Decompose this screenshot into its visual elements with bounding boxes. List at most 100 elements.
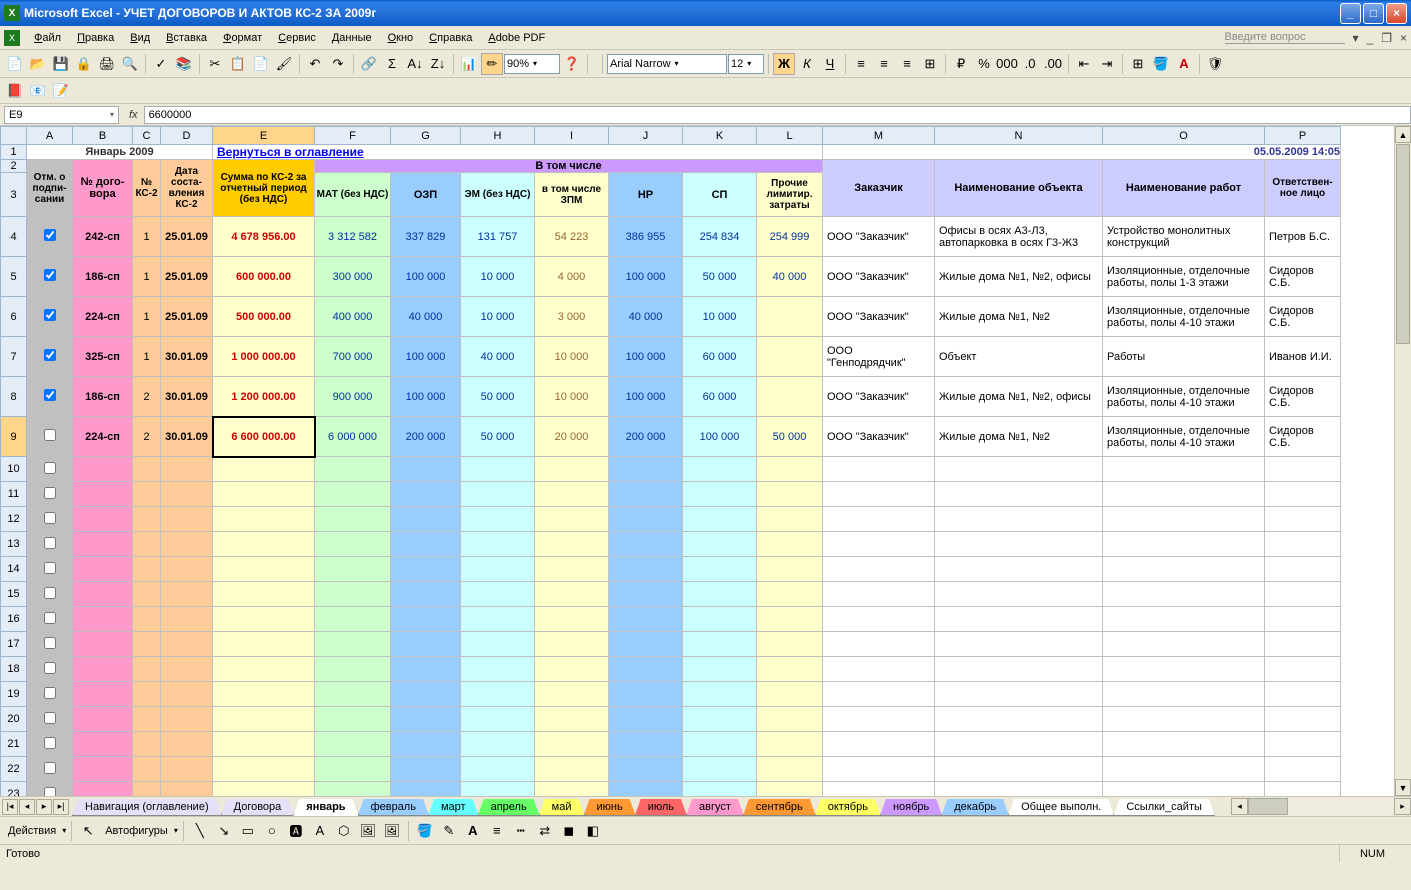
cell-zpm[interactable]: 4 000 xyxy=(535,257,609,297)
spelling-icon[interactable]: ✓ xyxy=(150,53,172,75)
sign-checkbox[interactable] xyxy=(27,582,73,607)
print-icon[interactable]: 🖨 xyxy=(96,53,118,75)
cell-object[interactable]: Жилые дома №1, №2 xyxy=(935,297,1103,337)
cell-date[interactable]: 30.01.09 xyxy=(161,337,213,377)
oval-icon[interactable]: ○ xyxy=(261,820,283,842)
sign-checkbox[interactable] xyxy=(27,337,73,377)
cell-ks2[interactable]: 1 xyxy=(133,297,161,337)
cell-resp[interactable]: Сидоров С.Б. xyxy=(1265,417,1341,457)
doc-close-button[interactable]: × xyxy=(1400,31,1407,45)
cell-ozp[interactable]: 100 000 xyxy=(391,377,461,417)
cell-nr[interactable]: 386 955 xyxy=(609,217,683,257)
menu-Окно[interactable]: Окно xyxy=(380,30,422,46)
cell-mat[interactable]: 6 000 000 xyxy=(315,417,391,457)
doc-restore-button[interactable]: ❐ xyxy=(1381,31,1392,45)
sheet-tab-апрель[interactable]: апрель xyxy=(478,799,540,816)
menu-Сервис[interactable]: Сервис xyxy=(270,30,324,46)
shadow-icon[interactable]: ◼ xyxy=(558,820,580,842)
sheet-tab-январь[interactable]: январь xyxy=(293,799,358,816)
row-header[interactable]: 8 xyxy=(1,377,27,417)
doc-minimize-button[interactable]: _ xyxy=(1367,31,1374,45)
cell-ks2[interactable]: 1 xyxy=(133,257,161,297)
name-box[interactable]: E9▾ xyxy=(4,106,119,124)
cell-nr[interactable]: 100 000 xyxy=(609,377,683,417)
row-header[interactable]: 16 xyxy=(1,607,27,632)
row-header[interactable]: 14 xyxy=(1,557,27,582)
rect-icon[interactable]: ▭ xyxy=(237,820,259,842)
arrow-style-icon[interactable]: ⇄ xyxy=(534,820,556,842)
hyperlink-icon[interactable]: 🔗 xyxy=(358,53,380,75)
formula-input[interactable]: 6600000 xyxy=(144,106,1411,124)
cell-works[interactable]: Устройство монолитных конструкций xyxy=(1103,217,1265,257)
sign-checkbox[interactable] xyxy=(27,682,73,707)
menu-Adobe PDF[interactable]: Adobe PDF xyxy=(480,30,553,46)
cell-other[interactable]: 254 999 xyxy=(757,217,823,257)
preview-icon[interactable]: 🔍 xyxy=(119,53,141,75)
cell-ozp[interactable]: 40 000 xyxy=(391,297,461,337)
chart-icon[interactable]: 📊 xyxy=(458,53,480,75)
cell-sum[interactable]: 4 678 956.00 xyxy=(213,217,315,257)
vertical-scrollbar[interactable]: ▲ ▼ xyxy=(1394,126,1411,796)
cell-nr[interactable]: 100 000 xyxy=(609,257,683,297)
tab-prev-icon[interactable]: ◂ xyxy=(19,799,35,815)
row-header[interactable]: 1 xyxy=(1,145,27,160)
cell-date[interactable]: 30.01.09 xyxy=(161,377,213,417)
cell-ks2[interactable]: 1 xyxy=(133,217,161,257)
cell-em[interactable]: 50 000 xyxy=(461,417,535,457)
align-center-icon[interactable]: ≡ xyxy=(873,53,895,75)
row-header[interactable]: 5 xyxy=(1,257,27,297)
diagram-icon[interactable]: ⬡ xyxy=(333,820,355,842)
pdf-mail-icon[interactable]: 📧 xyxy=(27,80,49,102)
scroll-up-icon[interactable]: ▲ xyxy=(1395,126,1411,143)
arrow-icon[interactable]: ↘ xyxy=(213,820,235,842)
cell-contract[interactable]: 186-сп xyxy=(73,257,133,297)
cell-em[interactable]: 50 000 xyxy=(461,377,535,417)
sign-checkbox[interactable] xyxy=(27,782,73,797)
new-icon[interactable]: 📄 xyxy=(4,53,26,75)
cell-works[interactable]: Изоляционные, отделочные работы, полы 4-… xyxy=(1103,297,1265,337)
cell-object[interactable]: Объект xyxy=(935,337,1103,377)
sheet-tab-май[interactable]: май xyxy=(539,799,585,816)
maximize-button[interactable]: □ xyxy=(1363,3,1384,24)
security-icon[interactable]: 🛡 xyxy=(1204,53,1226,75)
menu-Данные[interactable]: Данные xyxy=(324,30,380,46)
cell-object[interactable]: Жилые дома №1, №2 xyxy=(935,417,1103,457)
borders-icon[interactable]: ⊞ xyxy=(1127,53,1149,75)
cell-customer[interactable]: ООО "Заказчик" xyxy=(823,257,935,297)
scroll-right-icon[interactable]: ▸ xyxy=(1394,798,1411,815)
select-icon[interactable]: ↖ xyxy=(77,820,99,842)
dec-decimal-icon[interactable]: .00 xyxy=(1042,53,1064,75)
cell-mat[interactable]: 3 312 582 xyxy=(315,217,391,257)
fontsize-combo[interactable]: 12▾ xyxy=(728,54,764,74)
cell-em[interactable]: 10 000 xyxy=(461,297,535,337)
currency-icon[interactable]: ₽ xyxy=(950,53,972,75)
row-header[interactable]: 7 xyxy=(1,337,27,377)
cell-other[interactable] xyxy=(757,297,823,337)
line-style-icon[interactable]: ≡ xyxy=(486,820,508,842)
cell-sum[interactable]: 600 000.00 xyxy=(213,257,315,297)
cell-customer[interactable]: ООО "Заказчик" xyxy=(823,417,935,457)
row-header[interactable]: 4 xyxy=(1,217,27,257)
cell-sum[interactable]: 6 600 000.00 xyxy=(213,417,315,457)
picture-icon[interactable]: 🖼 xyxy=(381,820,403,842)
cell-nr[interactable]: 40 000 xyxy=(609,297,683,337)
textbox-icon[interactable]: 🅰 xyxy=(285,820,307,842)
cell-zpm[interactable]: 10 000 xyxy=(535,337,609,377)
cell-object[interactable]: Жилые дома №1, №2, офисы xyxy=(935,257,1103,297)
cell-ozp[interactable]: 200 000 xyxy=(391,417,461,457)
3d-icon[interactable]: ◧ xyxy=(582,820,604,842)
cell-nr[interactable]: 100 000 xyxy=(609,337,683,377)
sheet-tab-март[interactable]: март xyxy=(428,799,479,816)
menu-Справка[interactable]: Справка xyxy=(421,30,480,46)
column-headers[interactable]: ABCD EFGH IJKL MNOP xyxy=(1,127,1341,145)
sign-checkbox[interactable] xyxy=(27,507,73,532)
cell-customer[interactable]: ООО "Заказчик" xyxy=(823,377,935,417)
menu-Вставка[interactable]: Вставка xyxy=(158,30,215,46)
sign-checkbox[interactable] xyxy=(27,557,73,582)
fill-color-icon[interactable]: 🪣 xyxy=(1150,53,1172,75)
clipart-icon[interactable]: 🖼 xyxy=(357,820,379,842)
sheet-tab-август[interactable]: август xyxy=(686,799,744,816)
cell-contract[interactable]: 186-сп xyxy=(73,377,133,417)
underline-icon[interactable]: Ч xyxy=(819,53,841,75)
menu-Формат[interactable]: Формат xyxy=(215,30,270,46)
